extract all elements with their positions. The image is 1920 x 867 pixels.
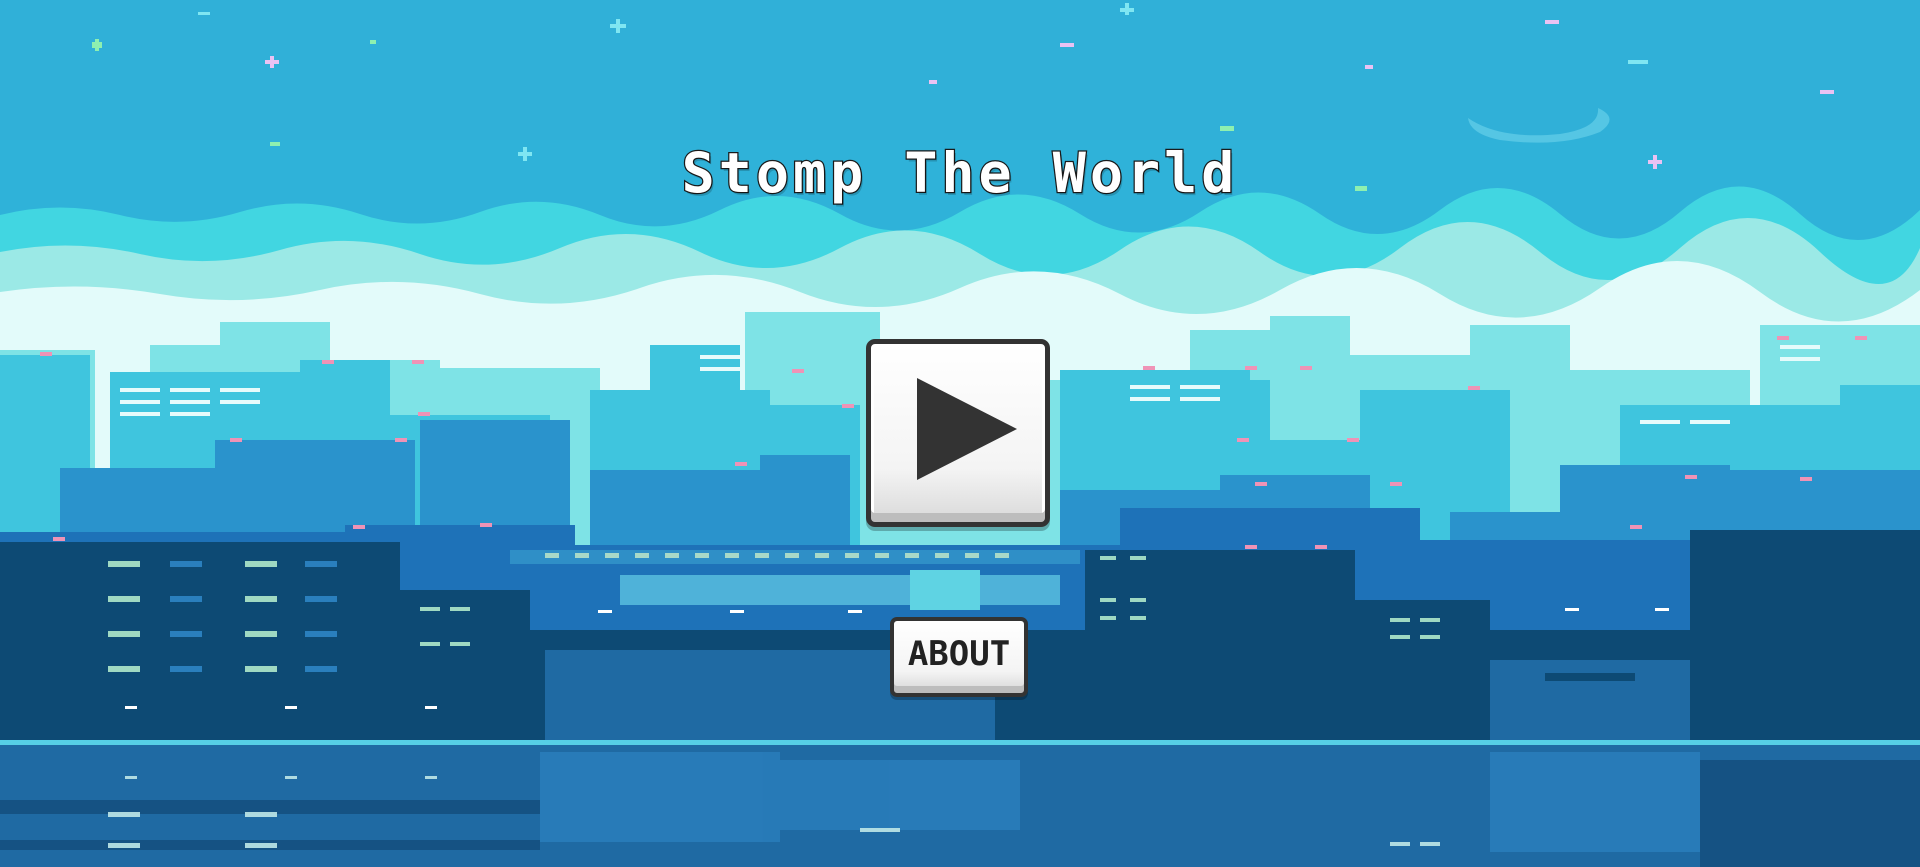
game-title: Stomp The World — [680, 140, 1239, 207]
play-button[interactable] — [866, 339, 1050, 527]
play-icon — [917, 378, 1017, 480]
title-screen: Stomp The World ABOUT — [0, 0, 1920, 867]
about-button[interactable]: ABOUT — [890, 617, 1028, 697]
